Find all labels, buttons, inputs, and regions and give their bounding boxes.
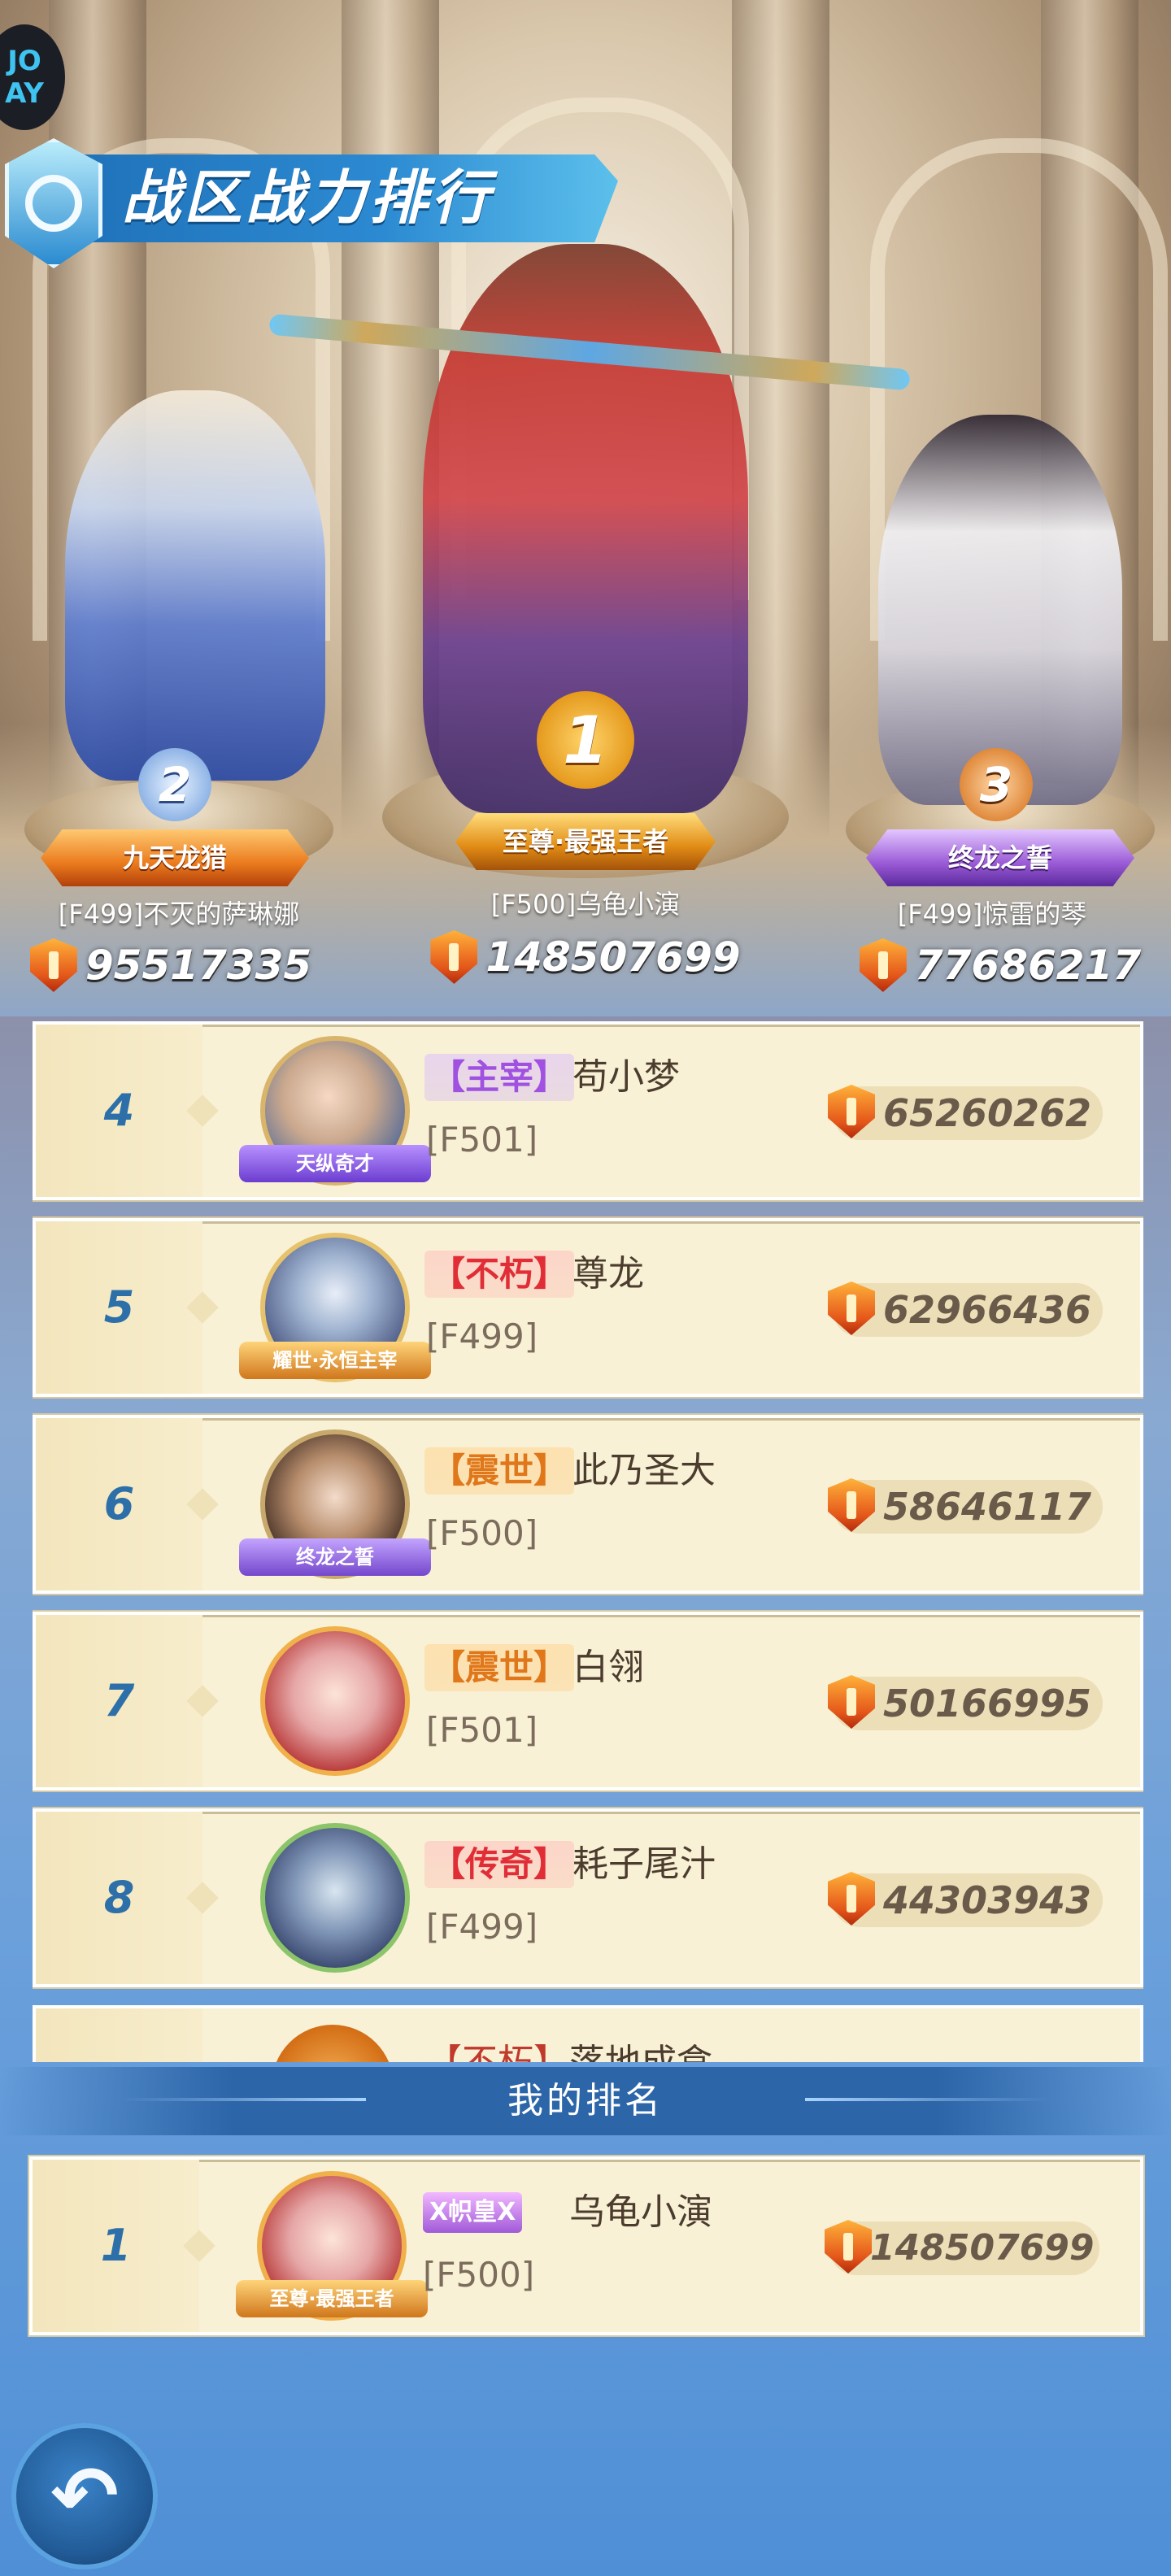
power-value: 148507699 [870,2227,1095,2269]
podium-power-value: 95517335 [85,942,312,989]
rank-number: 7 [103,1675,135,1726]
avatar[interactable] [260,1823,410,1973]
shield-power-icon [859,938,907,992]
server-id: [F501] [426,1120,538,1160]
shield-power-icon [828,1478,875,1532]
player-name: 乌龟小演 [569,2191,712,2233]
rank-tag: 【传奇】 [424,1841,575,1888]
hero-second-figure[interactable] [65,390,325,781]
rank-number: 6 [103,1478,135,1530]
rank-number: 1 [100,2220,132,2271]
my-rank-label: 我的排名 [507,2080,664,2121]
ranking-row[interactable]: 4 天纵奇才 【主宰】 苟小梦 [F501] 65260262 [33,1021,1143,1200]
rank-number: 5 [103,1281,135,1333]
shield-power-icon [29,938,77,992]
power-pill: 62966436 [828,1281,1103,1337]
power-pill: 65260262 [828,1085,1103,1140]
shield-power-icon [430,930,478,984]
server-id: [F501] [426,1710,538,1750]
rank-medal-icon: 2 [138,748,211,821]
my-rank-row[interactable]: 1 至尊·最强王者 X帜皇X 乌龟小演 [F500] 148507699 [29,2156,1143,2335]
podium-power-third: 77686217 [859,935,1142,995]
podium-power-value: 77686217 [914,942,1142,989]
podium-title-second: 九天龙猎 [41,829,309,886]
rank-tag: 【主宰】 [424,1054,575,1101]
podium-power-second: 95517335 [29,935,312,995]
shield-power-icon [828,1281,875,1335]
logo-text-bottom: AY [5,77,44,110]
avatar[interactable] [272,2025,394,2062]
power-value: 62966436 [883,1288,1092,1332]
player-name: 尊龙 [572,1253,644,1295]
server-id: [F499] [426,1316,538,1356]
server-id: [F499] [426,1907,538,1947]
rank-medal-icon: 3 [960,748,1033,821]
shield-power-icon [828,1085,875,1138]
page-title: 战区战力排行 [122,163,494,232]
rank-number: 8 [103,1872,135,1923]
power-pill: 58646117 [828,1478,1103,1534]
power-value: 58646117 [883,1485,1092,1529]
avatar-title-badge: 终龙之誓 [239,1538,431,1576]
server-id: [F500] [423,2255,535,2295]
podium-name-third[interactable]: [F499]惊雷的琴 [829,896,1155,932]
podium-title-first: 至尊·最强王者 [455,813,716,870]
avatar[interactable] [260,1626,410,1776]
power-pill: 148507699 [825,2220,1099,2275]
power-pill: 50166995 [828,1675,1103,1730]
power-pill: 44303943 [828,1872,1103,1927]
player-name: 苟小梦 [572,1056,680,1098]
ranking-row[interactable]: 8 【传奇】 耗子尾汁 [F499] 44303943 [33,1808,1143,1987]
podium-power-value: 148507699 [485,933,741,981]
podium-power-first: 148507699 [430,927,741,987]
rank-number: 4 [103,1085,135,1136]
ranking-list[interactable]: 4 天纵奇才 【主宰】 苟小梦 [F501] 65260262 5 耀世·永恒主… [33,1021,1143,2062]
hero-third-figure[interactable] [878,415,1122,805]
shield-power-icon [828,1872,875,1925]
player-name: 白翎 [572,1647,644,1688]
server-id: [F500] [426,1513,538,1553]
avatar-title-badge: 至尊·最强王者 [236,2280,428,2317]
back-arrow-icon: ↶ [50,2448,119,2543]
rank-tag: 【不朽】 [424,1251,575,1298]
power-value: 50166995 [883,1682,1092,1725]
ranking-row[interactable]: 6 终龙之誓 【震世】 此乃圣大 [F500] 58646117 [33,1415,1143,1594]
rank-tag: 【震世】 [424,1447,575,1495]
power-value: 44303943 [883,1878,1092,1922]
power-value: 65260262 [883,1091,1092,1135]
rank-area [36,2008,202,2062]
player-name: 此乃圣大 [572,1450,716,1491]
shield-power-icon [828,1675,875,1729]
rank-tag: 【震世】 [424,1644,575,1691]
vip-title-badge: X帜皇X [423,2192,523,2233]
my-rank-header: 我的排名 [0,2067,1171,2135]
player-name-partial: 【不朽】落地成盒 [426,2033,712,2062]
ranking-row-partial[interactable]: 【不朽】落地成盒 [33,2005,1143,2062]
rank-medal-icon: 1 [537,691,634,789]
avatar-title-badge: 天纵奇才 [239,1145,431,1182]
ranking-row[interactable]: 7 【震世】 白翎 [F501] 50166995 [33,1612,1143,1791]
podium-name-first[interactable]: [F500]乌龟小演 [423,886,748,922]
shield-power-icon [825,2220,872,2274]
back-button[interactable]: ↶ [11,2423,158,2569]
podium-name-second[interactable]: [F499]不灭的萨琳娜 [16,896,342,932]
podium-title-third: 终龙之誓 [866,829,1134,886]
logo-text-top: JO [7,45,41,77]
ranking-row[interactable]: 5 耀世·永恒主宰 【不朽】 尊龙 [F499] 62966436 [33,1218,1143,1397]
player-name: 耗子尾汁 [572,1843,716,1885]
avatar-title-badge: 耀世·永恒主宰 [239,1342,431,1379]
